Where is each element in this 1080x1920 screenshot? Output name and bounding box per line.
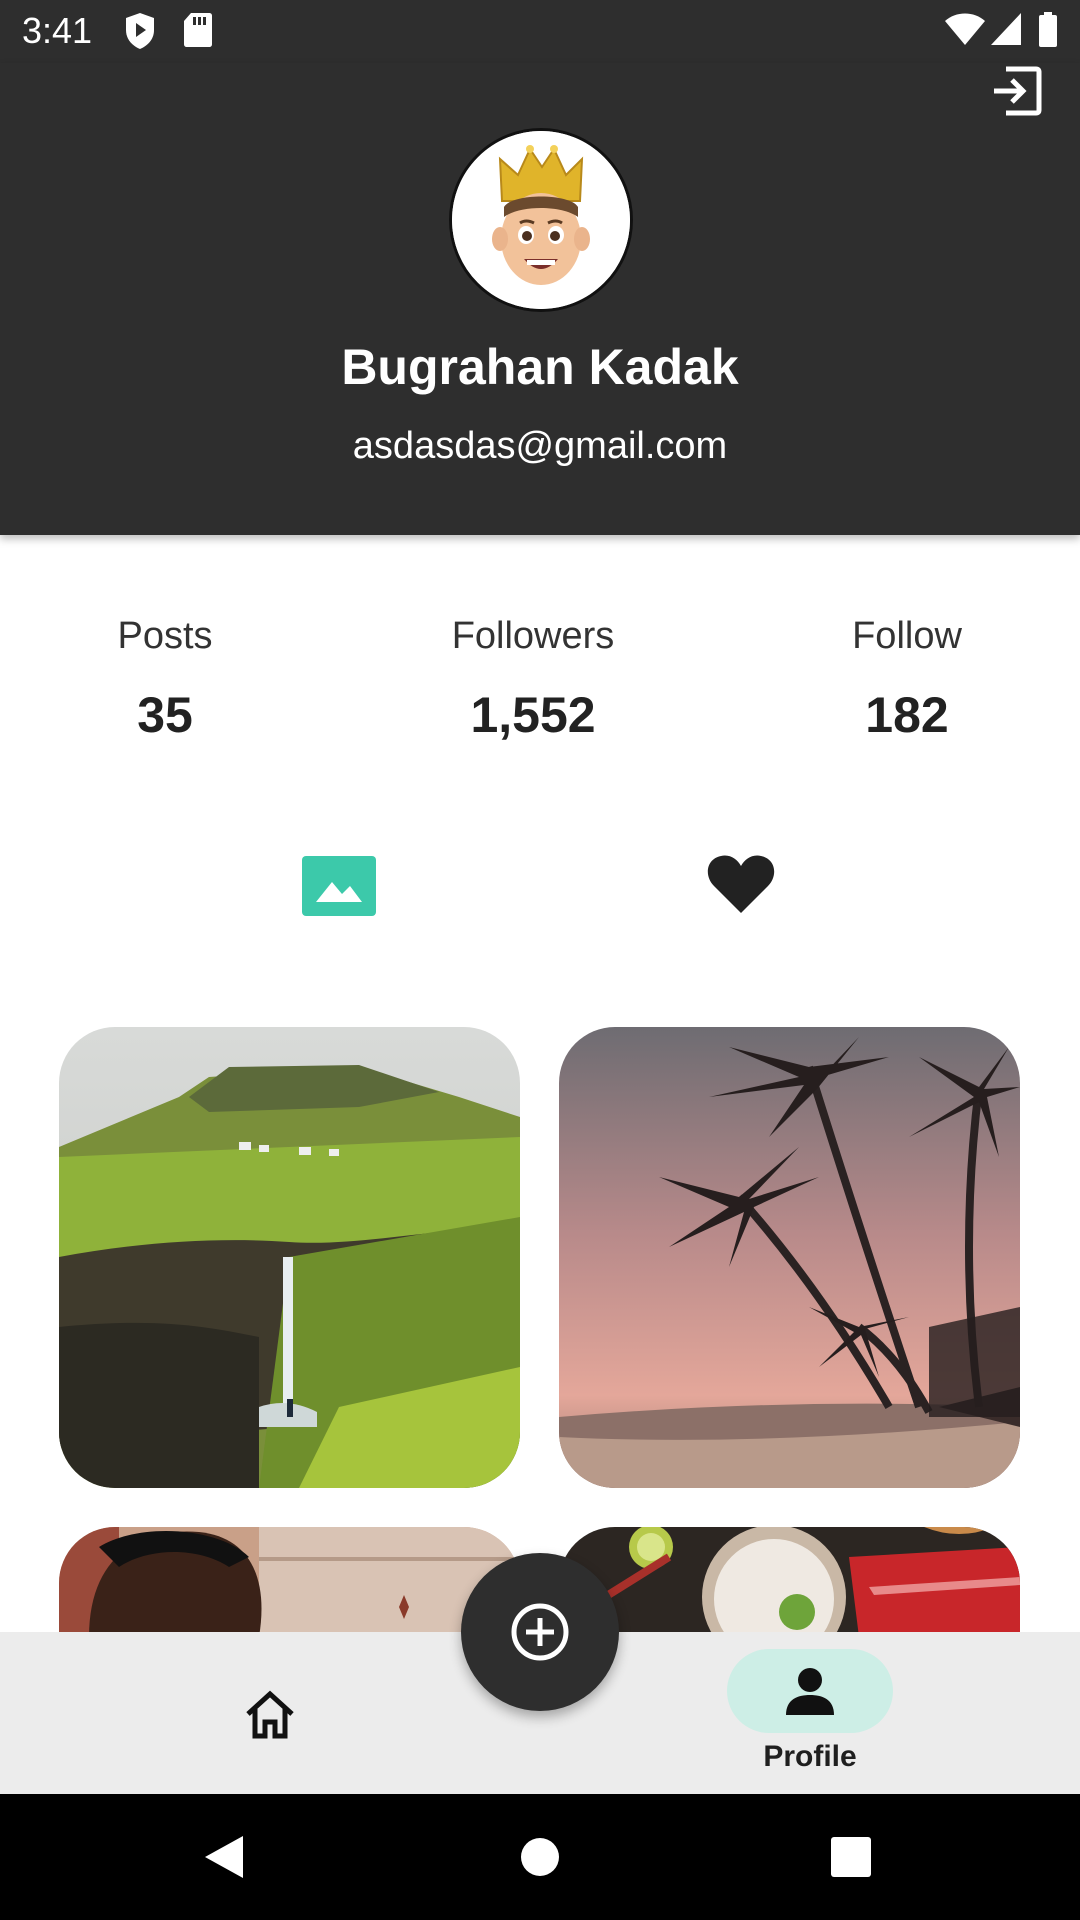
post-image-palm-beach [559,1027,1020,1488]
nav-profile-label: Profile [763,1740,857,1773]
image-icon[interactable] [302,856,376,916]
status-bar: 3:41 [0,0,1080,63]
post-tile[interactable] [559,1527,1020,1637]
profile-name: Bugrahan Kadak [341,339,739,395]
post-tile[interactable] [59,1527,520,1637]
post-tile[interactable] [59,1027,520,1488]
wifi-icon [945,13,985,45]
signal-icon [991,13,1021,45]
add-circle-icon [511,1603,569,1661]
sd-card-icon [184,13,212,47]
post-image-waterfall [59,1027,520,1488]
recents-icon[interactable] [831,1837,871,1877]
stat-value: 1,552 [470,687,596,743]
profile-header: Bugrahan Kadak asdasdas@gmail.com [0,63,1080,535]
stat-followers[interactable]: Followers 1,552 [383,615,683,744]
stat-value: 182 [865,687,949,743]
stat-follow[interactable]: Follow 182 [757,615,1057,744]
stat-posts[interactable]: Posts 35 [15,615,315,744]
stat-value: 35 [137,687,193,743]
home-icon[interactable] [244,1688,296,1740]
stat-label: Follow [852,615,962,657]
profile-email: asdasdas@gmail.com [352,425,728,467]
battery-icon [1039,12,1057,47]
shield-play-icon [126,13,154,49]
heart-icon[interactable] [706,853,776,915]
add-post-button[interactable] [461,1553,619,1711]
memoji-crown-avatar [452,131,630,309]
system-navigation-bar [0,1794,1080,1920]
back-icon[interactable] [203,1834,245,1880]
post-tile[interactable] [559,1027,1020,1488]
nav-item-profile[interactable] [727,1649,893,1733]
avatar[interactable] [449,128,633,312]
logout-icon[interactable] [988,63,1044,119]
person-icon [786,1668,834,1715]
post-image-portrait [59,1527,520,1637]
stat-label: Posts [117,615,213,657]
home-circle-icon[interactable] [521,1838,559,1876]
stat-label: Followers [451,615,615,657]
status-time: 3:41 [22,10,93,51]
post-image-food [559,1527,1020,1637]
